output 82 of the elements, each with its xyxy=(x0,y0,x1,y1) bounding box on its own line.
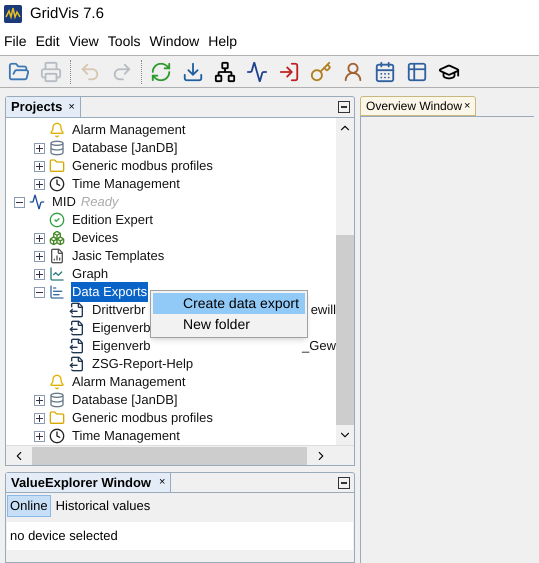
folder-icon xyxy=(49,410,65,426)
tree-item[interactable]: Graph xyxy=(71,264,110,284)
tree-item[interactable]: Jasic Templates xyxy=(71,246,166,266)
menu-item[interactable]: Window xyxy=(149,31,200,52)
tree-item[interactable]: ZSG-Report-Help xyxy=(91,354,194,374)
tree-item[interactable]: Edition Expert xyxy=(71,210,154,230)
alarm-bell-icon xyxy=(49,122,65,138)
scroll-thumb[interactable] xyxy=(336,235,354,425)
mode-toggle[interactable]: Online xyxy=(7,495,51,517)
mode-toggle[interactable]: Historical values xyxy=(52,495,154,517)
plus-icon xyxy=(36,234,43,242)
plus-icon xyxy=(36,144,43,152)
expand-toggle[interactable] xyxy=(34,394,45,406)
expand-toggle[interactable] xyxy=(34,268,45,280)
menu-item[interactable]: Edit xyxy=(36,31,60,52)
project-logo-icon xyxy=(29,194,45,210)
export-file-icon xyxy=(69,302,85,318)
tree-item[interactable]: Alarm Management xyxy=(71,120,186,140)
horizontal-scrollbar[interactable] xyxy=(6,445,354,465)
database-icon xyxy=(49,392,65,408)
expand-toggle[interactable] xyxy=(34,412,45,424)
close-icon[interactable]: × xyxy=(464,98,470,114)
close-icon[interactable]: × xyxy=(68,98,75,116)
window-title: GridVis 7.6 xyxy=(30,4,104,24)
clock-icon xyxy=(49,176,65,192)
collapse-toggle[interactable] xyxy=(14,196,25,208)
expand-toggle[interactable] xyxy=(34,250,45,262)
expand-toggle[interactable] xyxy=(34,232,45,244)
check-circle-icon xyxy=(49,212,65,228)
plus-icon xyxy=(36,396,43,404)
database-icon xyxy=(49,140,65,156)
tree-item-tail: ewill xyxy=(310,301,336,320)
tree-item[interactable]: Devices xyxy=(71,228,120,248)
tree-item[interactable]: Generic modbus profiles xyxy=(71,156,214,176)
value-explorer-tab[interactable]: ValueExplorer Window × xyxy=(6,473,172,492)
tree-item[interactable]: Time Management xyxy=(71,426,181,445)
scroll-thumb[interactable] xyxy=(32,446,307,464)
tree-item[interactable]: MID xyxy=(51,192,77,212)
plus-icon xyxy=(36,162,43,170)
collapse-toggle[interactable] xyxy=(34,286,45,298)
tree-item[interactable]: Generic modbus profiles xyxy=(71,408,214,428)
menu-item[interactable]: File xyxy=(4,31,27,52)
expand-toggle[interactable] xyxy=(34,430,45,442)
plus-icon xyxy=(36,270,43,278)
expand-toggle[interactable] xyxy=(34,178,45,190)
projects-tab[interactable]: Projects × xyxy=(6,97,81,117)
app-logo-icon xyxy=(4,5,22,23)
expand-toggle[interactable] xyxy=(34,142,45,154)
tree-item[interactable]: Eigenverb xyxy=(91,318,152,338)
tree-item[interactable]: Alarm Management xyxy=(71,372,186,392)
clock-icon xyxy=(49,428,65,444)
tree-item[interactable]: Drittverbr xyxy=(91,300,146,320)
graph-icon xyxy=(49,266,65,282)
alarm-bell-icon xyxy=(49,374,65,390)
context-menu-item[interactable]: Create data export xyxy=(153,293,305,314)
menu-item[interactable]: Help xyxy=(208,31,238,52)
export-file-icon xyxy=(69,356,85,372)
plus-icon xyxy=(36,414,43,422)
plus-icon xyxy=(36,252,43,260)
status-text: Ready xyxy=(80,193,118,212)
devices-icon xyxy=(49,230,65,246)
plus-icon xyxy=(36,432,43,440)
export-file-icon xyxy=(69,320,85,336)
close-icon[interactable]: × xyxy=(159,474,166,491)
expand-toggle[interactable] xyxy=(34,160,45,172)
export-file-icon xyxy=(69,338,85,354)
tree-item[interactable]: Database [JanDB] xyxy=(71,138,179,158)
empty-message: no device selected xyxy=(10,527,118,546)
tree-item[interactable]: Time Management xyxy=(71,174,181,194)
plus-icon xyxy=(36,180,43,188)
menu-item[interactable]: Tools xyxy=(108,31,140,52)
menu-item[interactable]: View xyxy=(68,31,99,52)
tree-item[interactable]: Eigenverb xyxy=(91,336,152,356)
folder-icon xyxy=(49,158,65,174)
minimize-button[interactable] xyxy=(338,101,350,113)
tree-item-tail: _Gew xyxy=(302,337,336,356)
tree-item[interactable]: Database [JanDB] xyxy=(71,390,179,410)
bar-chart-icon xyxy=(49,284,65,300)
overview-tab[interactable]: Overview Window × xyxy=(360,96,476,116)
tree-item[interactable]: Data Exports xyxy=(71,282,148,302)
context-menu-item[interactable]: New folder xyxy=(153,314,305,335)
minimize-button[interactable] xyxy=(338,476,350,488)
